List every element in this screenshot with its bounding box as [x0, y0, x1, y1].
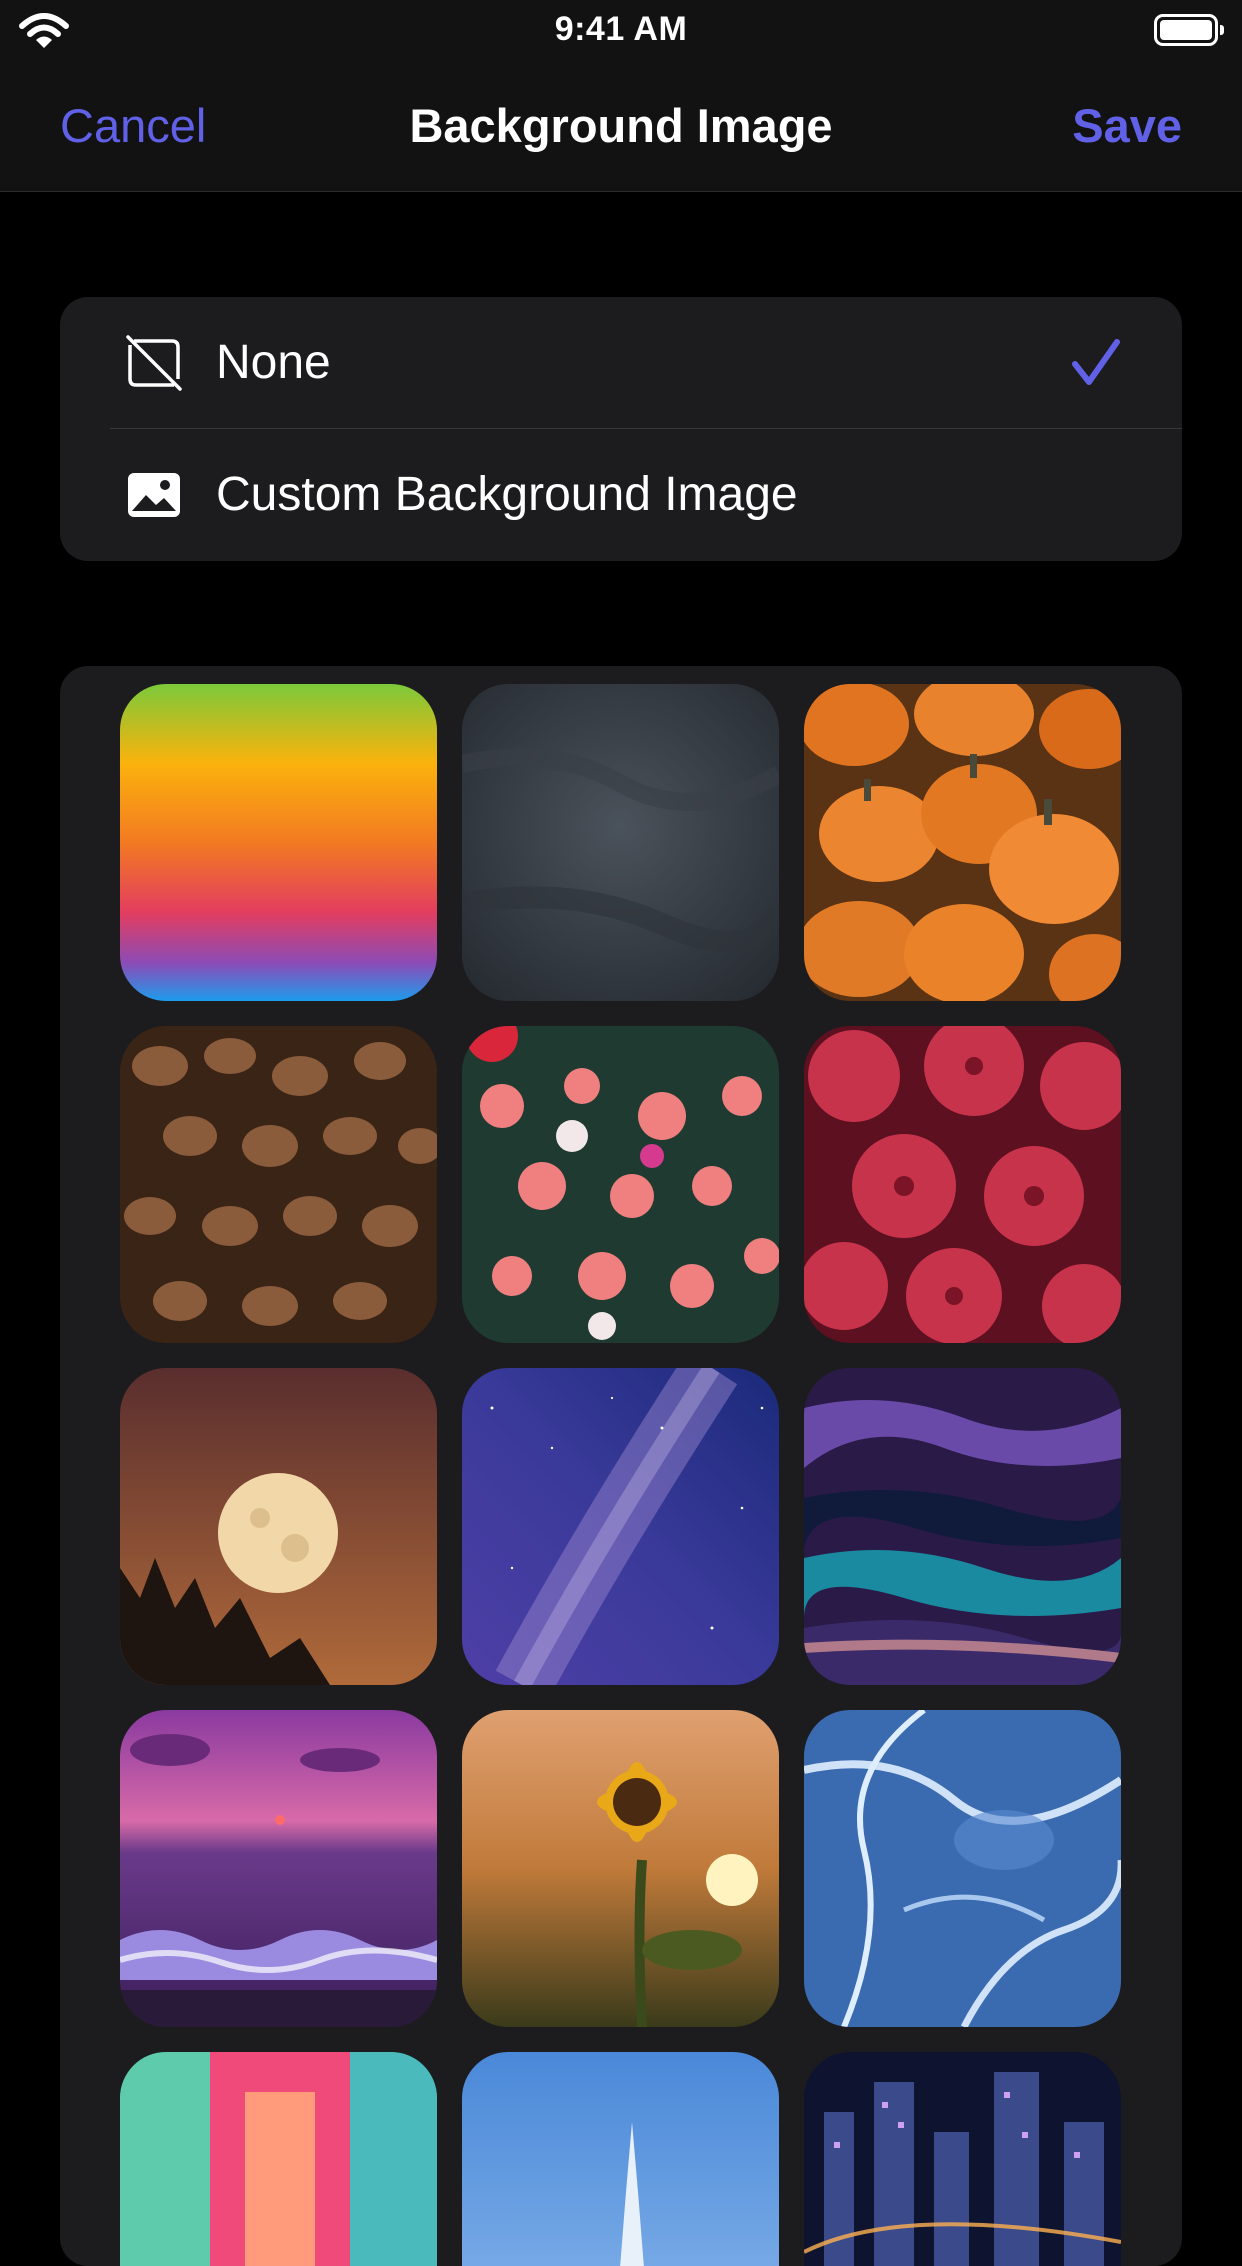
option-none[interactable]: None [60, 297, 1182, 428]
background-tile-rainbow-gradient[interactable] [120, 684, 437, 1001]
background-tile-full-moon[interactable] [120, 1368, 437, 1685]
background-tile-blue-ice[interactable] [804, 1710, 1121, 2027]
save-button[interactable]: Save [1072, 98, 1182, 153]
photo-icon [128, 473, 180, 517]
background-tile-pumpkins[interactable] [804, 684, 1121, 1001]
background-tile-flower-bush[interactable] [462, 1026, 779, 1343]
background-options-list: None Custom Background Image [60, 297, 1182, 561]
background-tile-red-chrysanthemums[interactable] [804, 1026, 1121, 1343]
background-tile-night-city[interactable] [804, 2052, 1121, 2266]
battery-icon [1154, 14, 1224, 46]
background-tile-blue-sky-tower[interactable] [462, 2052, 779, 2266]
checkmark-icon [1072, 339, 1120, 385]
page-title: Background Image [409, 99, 833, 152]
background-tile-coffee-beans[interactable] [120, 1026, 437, 1343]
background-tile-sunflower[interactable] [462, 1710, 779, 2027]
background-tile-milky-way[interactable] [462, 1368, 779, 1685]
background-tile-slate-texture[interactable] [462, 684, 779, 1001]
background-tile-neon-corridor[interactable] [120, 2052, 437, 2266]
option-custom-background[interactable]: Custom Background Image [60, 429, 1182, 560]
status-bar: 9:41 AM [0, 0, 1242, 62]
status-time: 9:41 AM [554, 10, 688, 48]
navigation-bar: Cancel Background Image Save [0, 62, 1242, 192]
background-tile-fluid-art[interactable] [804, 1368, 1121, 1685]
option-none-label: None [216, 336, 331, 389]
option-custom-background-label: Custom Background Image [216, 468, 798, 521]
background-tile-purple-sunset-sea[interactable] [120, 1710, 437, 2027]
no-image-icon [126, 335, 182, 391]
background-image-grid [60, 666, 1182, 2266]
